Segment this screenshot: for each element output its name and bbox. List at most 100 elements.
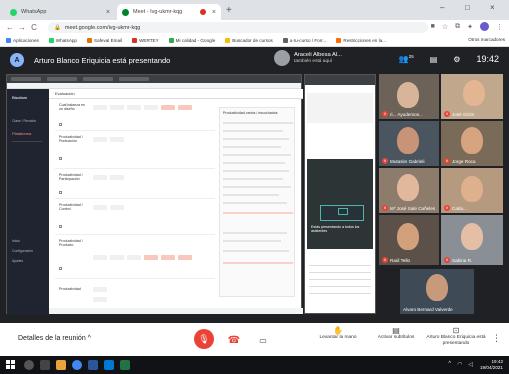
presenting-preview (320, 205, 364, 221)
presenting-label: Arturo Blanco Eriquicia está presentando (426, 335, 486, 346)
chat-icon[interactable]: ▤ (430, 55, 438, 64)
word-icon[interactable] (88, 360, 98, 370)
address-bar-row: ← → C 🔒 meet.google.com/ivg-ukmr-kqg ■ ☆… (0, 20, 509, 35)
mic-off-icon: ✕ (382, 257, 388, 263)
windows-start-icon[interactable] (6, 360, 16, 370)
participant-name: Jorge Roca (452, 158, 476, 164)
extension-icon[interactable]: ⧉ (455, 23, 460, 31)
file-explorer-icon[interactable] (56, 360, 66, 370)
activities-icon[interactable]: ⚙ (453, 55, 460, 64)
raise-hand-button[interactable]: ✋ Levantar la mano (306, 327, 370, 341)
task-view-icon[interactable] (40, 360, 50, 370)
shared-side-active: Plataforma (12, 131, 32, 136)
close-icon[interactable]: × (212, 9, 216, 16)
shared-brand: Biscitam (12, 95, 28, 100)
shared-header: Evaluación (49, 89, 303, 99)
row-cells (93, 287, 107, 292)
participant-tile[interactable]: ✕ Raúl Tello (379, 215, 439, 265)
participant-tile[interactable]: ✕ Mutasim Gabrieli (379, 121, 439, 166)
back-button[interactable]: ← (4, 23, 16, 32)
row-cells (93, 175, 124, 180)
mic-off-icon: ✕ (444, 111, 450, 117)
other-bookmarks[interactable]: Otros marcadores (468, 37, 505, 42)
presenting-bar: A Arturo Blanco Eriquicia está presentan… (0, 47, 509, 73)
tab-whatsapp[interactable]: WhatsApp × (5, 4, 115, 20)
right-panel-title: Productividad varios / escuchados (223, 111, 278, 115)
tab-meet[interactable]: Meet - Ivg-ukmr-kqg × (117, 4, 221, 20)
forward-button[interactable]: → (16, 23, 28, 32)
bookmark-tu-curso[interactable]: a·tu-curso / Forr... (282, 38, 326, 43)
url-input[interactable]: 🔒 meet.google.com/ivg-ukmr-kqg (48, 22, 428, 33)
bookmark-aplicaciones[interactable]: Aplicaciones (6, 38, 39, 43)
presenting-button[interactable]: ⊡ Arturo Blanco Eriquicia está presentan… (424, 326, 488, 347)
participant-name: Carla... (452, 205, 467, 211)
reload-button[interactable]: C (28, 23, 40, 32)
row-cells (93, 205, 124, 210)
bookmark-safeval[interactable]: Safeval Email (87, 38, 122, 43)
participant-tile[interactable]: ✕ José Girón (441, 74, 503, 119)
participant-name: José Girón (452, 111, 475, 117)
secondary-window-bar (305, 75, 375, 85)
maximize-button[interactable]: □ (465, 3, 470, 12)
meeting-details-button[interactable]: Detalles de la reunión ^ (18, 335, 91, 342)
shared-side-item: Inicio (12, 239, 20, 243)
bookmark-wertey[interactable]: WERTEY (132, 38, 159, 43)
participant-video (461, 223, 483, 250)
hang-up-button[interactable]: ☎ (225, 331, 243, 349)
people-icon[interactable]: 👥25 (399, 54, 414, 64)
captions-button[interactable]: ▤ Activar subtítulos (364, 327, 428, 341)
participant-tile[interactable]: ✕ Mº José Sale Cañeles (379, 168, 439, 213)
bookmark-mi-calidad[interactable]: Mi calidad - Google (168, 38, 215, 43)
checkbox (59, 267, 62, 270)
camera-icon[interactable]: ■ (431, 23, 435, 30)
minimize-button[interactable]: – (440, 3, 444, 12)
meeting-details-label: Detalles de la reunión (18, 335, 86, 342)
shared-screen: Biscitam Clase / Reunión Plataforma Inic… (6, 74, 303, 315)
more-options-button[interactable]: ⋮ (492, 333, 501, 344)
wifi-icon[interactable]: ◠ (457, 361, 462, 368)
profile-avatar[interactable] (480, 22, 489, 31)
chrome-icon[interactable] (72, 360, 82, 370)
participant-tile[interactable]: Alvaro Bernard Valverde (400, 269, 474, 314)
checkbox (59, 225, 62, 228)
menu-icon[interactable]: ⋮ (496, 23, 503, 31)
new-tab-button[interactable]: + (226, 5, 232, 16)
participant-tile[interactable]: ✕ Carla... (441, 168, 503, 213)
taskbar-clock[interactable]: 19:42 19/04/2021 (480, 359, 503, 370)
close-window-button[interactable]: × (490, 3, 495, 12)
excel-icon[interactable] (120, 360, 130, 370)
participant-tile[interactable]: ✕ Sabina R. (441, 215, 503, 265)
meeting-clock: 19:42 (476, 54, 499, 64)
joiner-name: Araceli Albesa Al... (294, 52, 343, 58)
system-tray: ^ ◠ ◁ (448, 361, 473, 368)
puzzle-icon[interactable]: ✦ (467, 23, 473, 31)
volume-icon[interactable]: ◁ (468, 361, 473, 368)
bookmark-buscador[interactable]: Buscador de cursos (225, 38, 273, 43)
phone-hangup-icon: ☎ (227, 334, 241, 346)
bookmark-icon (336, 38, 342, 43)
bookmark-label: WhatsApp (55, 38, 77, 43)
joiner-status: también está aquí (294, 59, 333, 64)
participant-video (397, 174, 419, 201)
participant-tile[interactable]: ✕ ri... Ayudemos... (379, 74, 439, 119)
whatsapp-icon (48, 38, 54, 43)
participant-video (463, 80, 485, 106)
present-screen-icon: ⊡ (452, 326, 460, 335)
mic-off-icon: ✕ (382, 158, 388, 164)
close-icon[interactable]: × (106, 9, 110, 16)
star-icon[interactable]: ☆ (442, 23, 448, 31)
participant-tile[interactable]: ✕ Jorge Roca (441, 121, 503, 166)
bookmark-whatsapp[interactable]: WhatsApp (48, 38, 77, 43)
shared-row: Productividad / Puntuación (55, 133, 215, 169)
camera-toggle-button[interactable]: ▭ (254, 331, 272, 349)
search-icon[interactable] (24, 360, 34, 370)
google-icon (168, 38, 174, 43)
participant-video (461, 127, 483, 154)
participant-name: Raúl Tello (390, 257, 411, 263)
bookmark-restricciones[interactable]: Restricciones en la... (336, 38, 386, 43)
mic-toggle-button[interactable]: 🎙 (194, 329, 214, 349)
row-label: Productividad / Producto (59, 239, 83, 247)
mail-icon[interactable] (104, 360, 114, 370)
url-text: meet.google.com/ivg-ukmr-kqg (64, 24, 141, 31)
chevron-up-icon[interactable]: ^ (448, 361, 451, 368)
